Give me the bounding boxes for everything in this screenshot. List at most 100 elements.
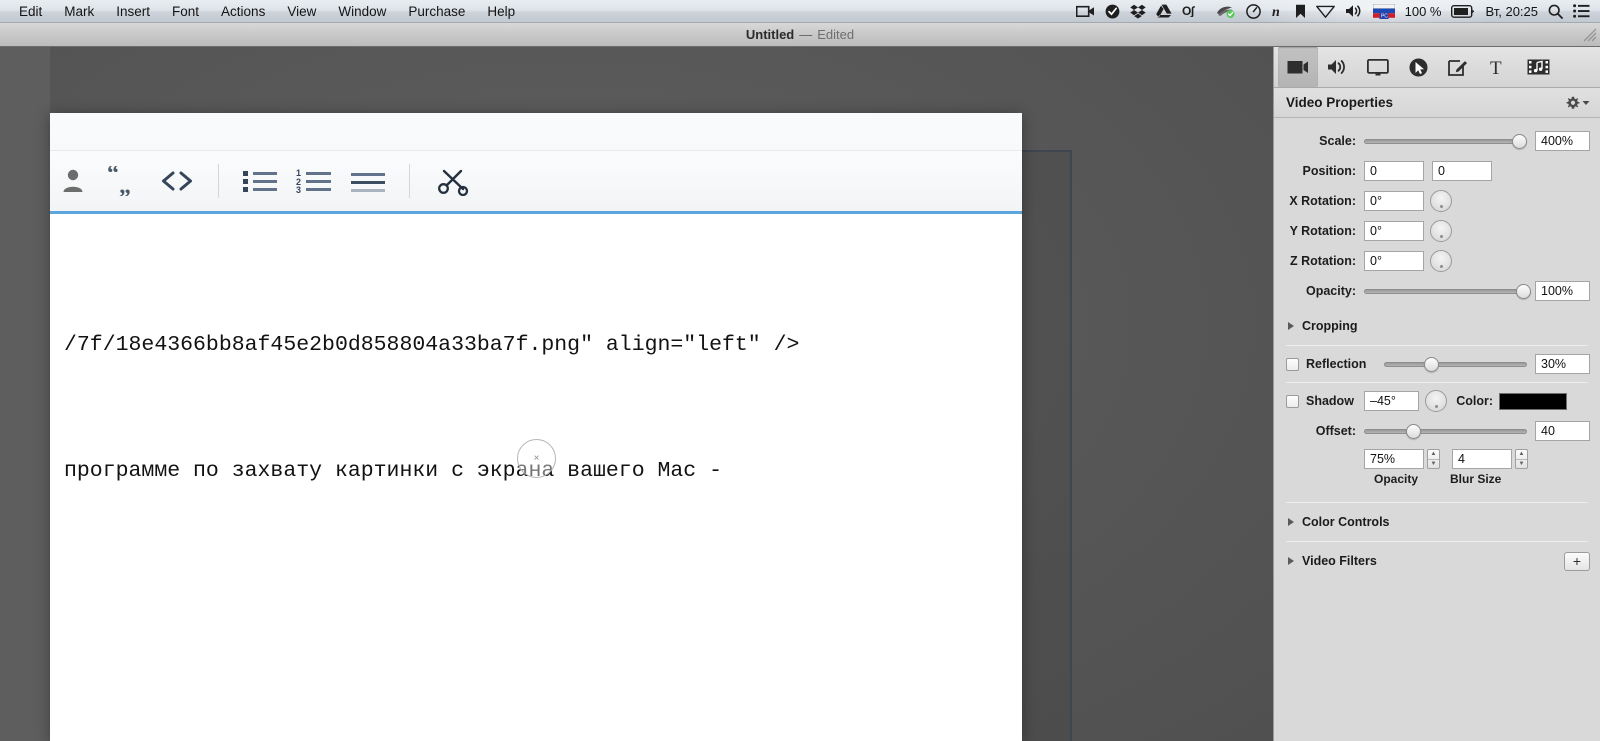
tab-video[interactable] — [1278, 47, 1318, 87]
code-brackets-icon[interactable] — [150, 150, 204, 213]
resize-handle-icon[interactable] — [1583, 28, 1597, 42]
add-video-filter-button[interactable]: + — [1564, 551, 1590, 571]
checkmark-badge-icon[interactable] — [1105, 0, 1120, 23]
volume-icon[interactable] — [1345, 0, 1363, 23]
chevron-right-icon[interactable] — [1288, 557, 1294, 565]
reflection-row: Reflection 30% — [1274, 349, 1600, 379]
gear-icon[interactable] — [1566, 96, 1590, 110]
shadow-angle-input[interactable]: –45° — [1364, 391, 1419, 411]
scale-slider[interactable] — [1364, 132, 1528, 150]
shadow-opacity-input[interactable]: 75% — [1364, 449, 1424, 469]
z-rotation-input[interactable]: 0° — [1364, 251, 1424, 271]
y-rotation-input[interactable]: 0° — [1364, 221, 1424, 241]
opacity-row: Opacity: 100% — [1274, 276, 1600, 306]
x-rotation-dial[interactable] — [1430, 190, 1452, 212]
menu-item-help[interactable]: Help — [476, 0, 526, 23]
position-row: Position: 0 0 — [1274, 156, 1600, 186]
tab-media[interactable] — [1518, 47, 1558, 87]
menu-item-insert[interactable]: Insert — [105, 0, 161, 23]
shadow-blur-stepper[interactable]: ▲ ▼ — [1515, 449, 1528, 469]
offset-slider-knob[interactable] — [1406, 423, 1422, 439]
menu-bar-items: Edit Mark Insert Font Actions View Windo… — [0, 0, 526, 23]
speedometer-icon[interactable] — [1245, 0, 1261, 23]
clock-label[interactable]: Вт, 20:25 — [1485, 4, 1538, 19]
notification-center-icon[interactable] — [1573, 0, 1590, 23]
battery-icon[interactable] — [1451, 0, 1475, 23]
menu-item-purchase[interactable]: Purchase — [397, 0, 476, 23]
z-rotation-dial[interactable] — [1430, 250, 1452, 272]
inspector-title: Video Properties — [1286, 95, 1394, 110]
shadow-checkbox[interactable] — [1286, 394, 1299, 408]
quote-icon[interactable]: “ „ — [96, 150, 150, 213]
document-top-strip — [50, 113, 1022, 151]
reflection-input[interactable]: 30% — [1535, 354, 1590, 374]
dropbox-icon[interactable] — [1129, 0, 1146, 23]
toolbar-divider — [218, 164, 219, 198]
cropping-label: Cropping — [1302, 319, 1358, 333]
reflection-slider-knob[interactable] — [1424, 356, 1440, 372]
shadow-blur-input[interactable]: 4 — [1452, 449, 1512, 469]
editor-canvas[interactable]: 0305 ной каких ленн ем в g/2 гает ремя — [0, 47, 1273, 741]
tab-display[interactable] — [1358, 47, 1398, 87]
chevron-right-icon[interactable] — [1288, 322, 1294, 330]
opacity-slider[interactable] — [1364, 282, 1531, 300]
opacity-slider-knob[interactable] — [1515, 283, 1531, 299]
section-color-controls[interactable]: Color Controls — [1274, 506, 1600, 538]
reflection-slider[interactable] — [1384, 355, 1527, 373]
russian-flag-icon[interactable]: РС — [1372, 0, 1395, 23]
search-icon[interactable] — [1548, 0, 1563, 23]
offset-slider[interactable] — [1364, 422, 1527, 440]
menu-item-actions[interactable]: Actions — [210, 0, 276, 23]
menu-item-edit[interactable]: Edit — [8, 0, 53, 23]
numbered-list-icon[interactable]: 1 2 3 — [287, 150, 341, 213]
menu-item-view[interactable]: View — [276, 0, 327, 23]
title-separator: — — [799, 27, 813, 42]
section-cropping[interactable]: Cropping — [1274, 310, 1600, 342]
tab-cursor[interactable] — [1398, 47, 1438, 87]
section-video-filters[interactable]: Video Filters + — [1274, 545, 1600, 577]
user-icon[interactable] — [50, 150, 96, 213]
bulleted-list-icon[interactable] — [233, 150, 287, 213]
document-line: /7f/18e4366bb8af45e2b0d858804a33ba7f.png… — [64, 333, 800, 357]
evernote-icon[interactable]: n — [1271, 0, 1285, 23]
svg-text:3: 3 — [296, 185, 301, 194]
scale-input[interactable]: 400% — [1535, 131, 1590, 151]
chevron-right-icon[interactable] — [1288, 518, 1294, 526]
scale-slider-knob[interactable] — [1512, 133, 1528, 149]
scissors-icon[interactable] — [424, 150, 484, 213]
shadow-angle-dial[interactable] — [1425, 390, 1447, 412]
lastfm-icon[interactable]: O∫ — [1182, 0, 1206, 23]
scale-row: Scale: 400% — [1274, 126, 1600, 156]
reflection-checkbox[interactable] — [1286, 357, 1299, 371]
shadow-color-swatch[interactable] — [1499, 392, 1567, 410]
wifi-icon[interactable] — [1315, 0, 1335, 23]
shadow-color-label: Color: — [1456, 394, 1493, 408]
inspector-body: Scale: 400% Position: 0 0 X Rotation: 0° — [1274, 118, 1600, 577]
menu-item-font[interactable]: Font — [161, 0, 210, 23]
google-drive-icon[interactable] — [1155, 0, 1172, 23]
tab-annotation[interactable] — [1438, 47, 1478, 87]
svg-text:РС: РС — [1381, 13, 1388, 18]
video-filters-label: Video Filters — [1302, 554, 1377, 568]
x-rotation-input[interactable]: 0° — [1364, 191, 1424, 211]
menu-item-window[interactable]: Window — [327, 0, 397, 23]
tab-audio[interactable] — [1318, 47, 1358, 87]
left-dark-band — [0, 47, 50, 741]
menu-item-mark[interactable]: Mark — [53, 0, 105, 23]
position-x-input[interactable]: 0 — [1364, 161, 1424, 181]
document-window[interactable]: “ „ 1 2 3 /7f/18e4366bb8af45e2b0d858804a… — [50, 113, 1022, 741]
align-lines-icon[interactable] — [341, 150, 395, 213]
opacity-input[interactable]: 100% — [1535, 281, 1590, 301]
chevron-down-icon — [1582, 100, 1590, 105]
shadow-opacity-stepper[interactable]: ▲ ▼ — [1427, 449, 1440, 469]
position-y-input[interactable]: 0 — [1432, 161, 1492, 181]
bookmark-icon[interactable] — [1295, 0, 1306, 23]
cleaner-icon[interactable] — [1216, 0, 1236, 23]
video-camera-icon[interactable] — [1075, 0, 1095, 23]
menu-bar: Edit Mark Insert Font Actions View Windo… — [0, 0, 1600, 23]
y-rotation-dial[interactable] — [1430, 220, 1452, 242]
screen-root: Edit Mark Insert Font Actions View Windo… — [0, 0, 1600, 741]
tab-text[interactable]: T — [1478, 47, 1518, 87]
offset-input[interactable]: 40 — [1535, 421, 1590, 441]
divider — [1286, 382, 1588, 383]
